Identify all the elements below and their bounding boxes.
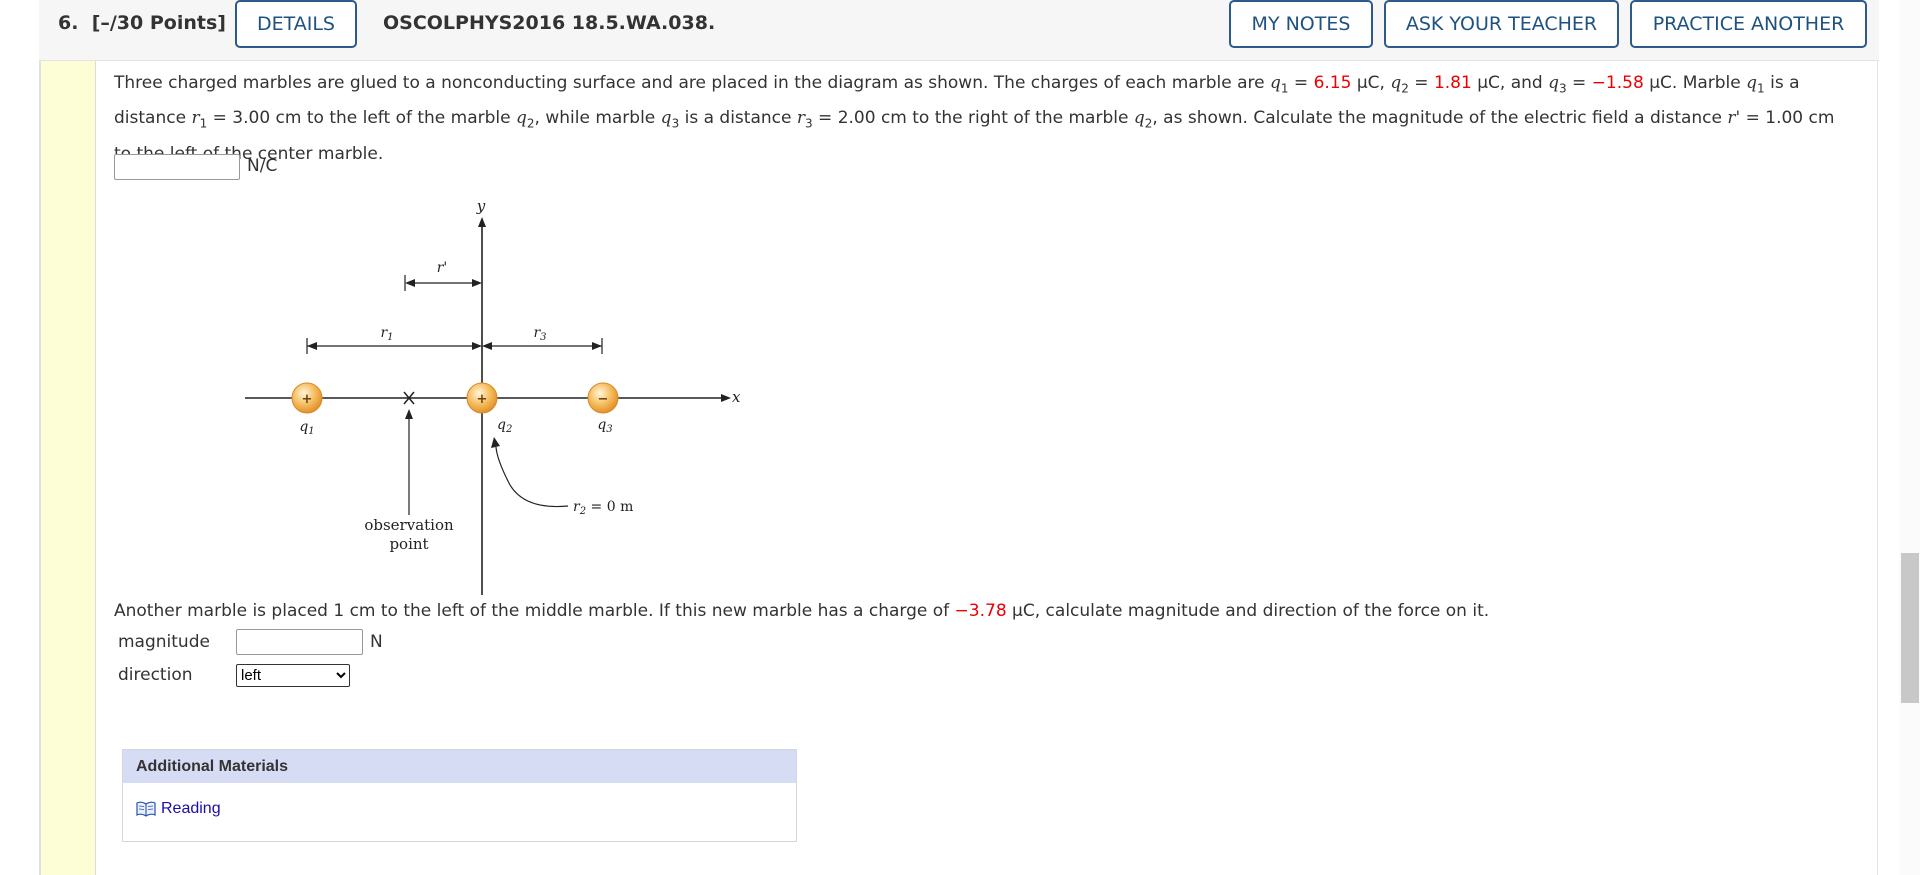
x-axis-arrow-icon [721,394,731,402]
q3-value: −1.58 [1591,73,1644,93]
r1-label: r1 [380,325,393,343]
q1-value: 6.15 [1313,73,1352,93]
my-notes-button[interactable]: MY NOTES [1229,0,1373,48]
q2-label: q2 [497,417,512,435]
rprime-label: r' [437,260,448,276]
observation-label-line2: point [389,535,428,553]
points-label: [–/30 Points] [91,12,226,34]
additional-materials-panel: Additional Materials Reading [122,749,797,842]
field-unit: N/C [247,156,278,176]
ask-your-teacher-button[interactable]: ASK YOUR TEACHER [1384,0,1619,48]
r2-pointer [495,446,569,508]
part2-statement: Another marble is placed 1 cm to the lef… [114,601,1490,621]
problem-statement: Three charged marbles are glued to a non… [114,73,1835,164]
problem-code: OSCOLPHYS2016 18.5.WA.038. [383,12,716,34]
question-status-strip [41,61,95,875]
new-charge-value: −3.78 [954,601,1007,621]
magnitude-label: magnitude [118,632,210,652]
x-axis-label: x [732,388,741,406]
additional-materials-title: Additional Materials [123,750,796,783]
reading-link[interactable]: Reading [136,800,221,818]
observation-label-line1: observation [364,516,454,534]
magnitude-unit: N [370,632,383,652]
q1-plus-sign: + [302,392,313,407]
scrollbar-track[interactable] [1899,0,1920,875]
practice-another-button[interactable]: PRACTICE ANOTHER [1630,0,1867,48]
scrollbar-thumb[interactable] [1901,553,1919,703]
q1-label: q1 [299,419,314,437]
y-axis-label: y [476,197,486,215]
direction-select[interactable]: left [236,664,350,687]
r2-label: r2 = 0 m [573,499,633,517]
content-divider [95,61,96,875]
charge-diagram: y x r' r1 r3 + + − q1 q2 q3 observation … [245,197,741,595]
book-icon [136,801,156,817]
q3-label: q3 [597,417,612,435]
question-number: 6. [–/30 Points] [58,12,226,34]
magnitude-input[interactable] [236,629,363,655]
y-axis-arrow-icon [478,217,486,227]
q2-value: 1.81 [1433,73,1472,93]
electric-field-input[interactable] [114,154,240,180]
q2-plus-sign: + [477,392,488,407]
details-button[interactable]: DETAILS [235,0,357,48]
question-header: 6. [–/30 Points] DETAILS OSCOLPHYS2016 1… [39,0,1879,61]
q3-minus-sign: − [598,392,609,407]
direction-label: direction [118,665,193,685]
r3-label: r3 [533,325,546,343]
reading-link-label[interactable]: Reading [161,800,221,818]
right-border [1877,61,1878,875]
